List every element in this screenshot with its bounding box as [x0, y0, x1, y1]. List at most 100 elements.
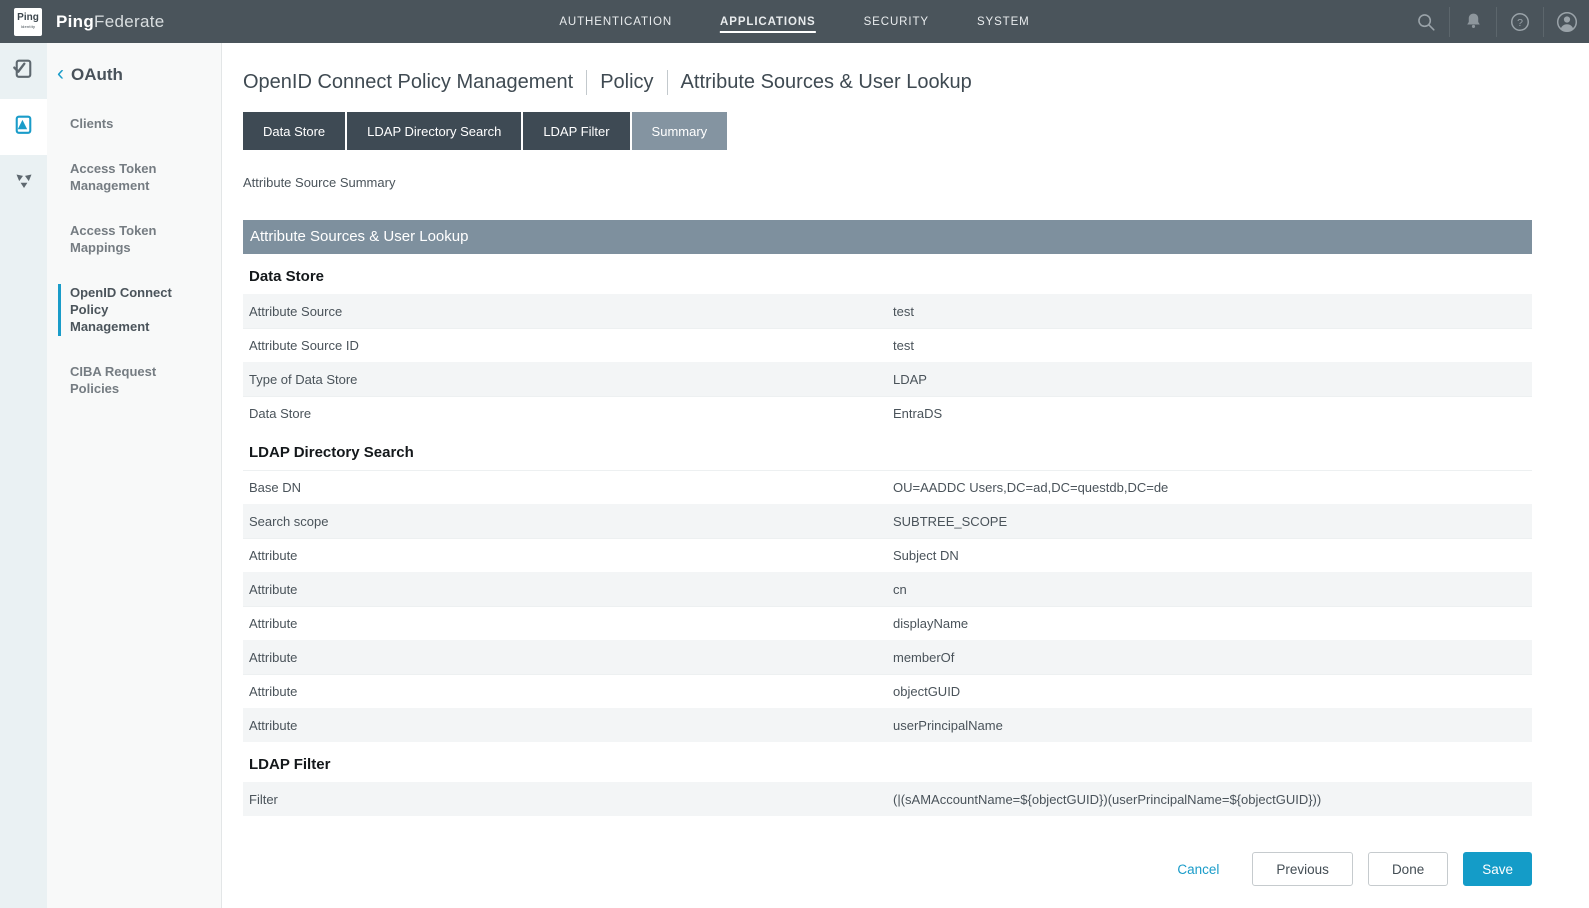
- search-icon[interactable]: [1408, 11, 1444, 33]
- table-row: AttributeuserPrincipalName: [243, 708, 1532, 742]
- save-button[interactable]: Save: [1463, 852, 1532, 886]
- sidebar-item-label: Access Token Management: [70, 160, 190, 194]
- top-nav: AUTHENTICATION APPLICATIONS SECURITY SYSTEM: [559, 0, 1029, 43]
- ping-logo-subtext: Identity: [21, 22, 36, 31]
- icon-rail: [0, 43, 47, 908]
- row-label: Type of Data Store: [243, 372, 893, 387]
- section-heading: LDAP Directory Search: [243, 444, 1532, 461]
- row-label: Base DN: [243, 480, 893, 495]
- previous-button[interactable]: Previous: [1252, 852, 1353, 886]
- row-value: cn: [893, 582, 1532, 597]
- app-title: PingFederate: [56, 12, 164, 32]
- help-icon[interactable]: ?: [1502, 11, 1538, 33]
- breadcrumb-segment: Policy: [600, 71, 653, 94]
- app-title-rest: Federate: [94, 12, 164, 31]
- top-bar-divider: [1449, 7, 1450, 37]
- tab-ldap-directory-search[interactable]: LDAP Directory Search: [347, 112, 521, 150]
- topnav-authentication[interactable]: AUTHENTICATION: [559, 11, 672, 33]
- rail-item-oauth[interactable]: [0, 99, 47, 155]
- page-title: OpenID Connect Policy Management Policy At…: [243, 70, 1532, 95]
- bell-icon[interactable]: [1455, 11, 1491, 32]
- row-value: test: [893, 304, 1532, 319]
- oauth-page-icon: [11, 112, 36, 142]
- ping-logo-text: Ping: [17, 13, 39, 22]
- table-row: Search scopeSUBTREE_SCOPE: [243, 504, 1532, 538]
- table-row: AttributeobjectGUID: [243, 674, 1532, 708]
- row-value: test: [893, 338, 1532, 353]
- sidebar-item-ciba-request-policies[interactable]: CIBA Request Policies: [58, 363, 221, 398]
- table-row: AttributedisplayName: [243, 606, 1532, 640]
- table-row: Attribute Source IDtest: [243, 328, 1532, 362]
- summary-sections: Data StoreAttribute SourcetestAttribute …: [243, 268, 1532, 816]
- cancel-link[interactable]: Cancel: [1177, 862, 1219, 877]
- row-label: Attribute: [243, 548, 893, 563]
- row-label: Attribute: [243, 582, 893, 597]
- row-label: Data Store: [243, 406, 893, 421]
- top-bar-divider: [1496, 7, 1497, 37]
- summary-intro: Attribute Source Summary: [243, 175, 1532, 190]
- rail-item-check-square[interactable]: [0, 43, 47, 99]
- breadcrumb-segment: Attribute Sources & User Lookup: [681, 71, 972, 94]
- top-bar: Ping Identity PingFederate AUTHENTICATIO…: [0, 0, 1589, 43]
- row-label: Attribute Source ID: [243, 338, 893, 353]
- brand[interactable]: Ping Identity PingFederate: [14, 8, 164, 36]
- account-icon[interactable]: [1549, 10, 1585, 34]
- sidebar-item-label: OpenID Connect Policy Management: [70, 284, 190, 335]
- sidebar: ‹ OAuth Clients Access Token Management Ac…: [47, 43, 222, 908]
- sidebar-item-openid-connect-policy-management[interactable]: OpenID Connect Policy Management: [58, 284, 221, 336]
- row-value: SUBTREE_SCOPE: [893, 514, 1532, 529]
- ping-logo-icon: Ping Identity: [14, 8, 42, 36]
- rail-item-grants[interactable]: [0, 155, 47, 211]
- row-value: displayName: [893, 616, 1532, 631]
- sidebar-item-access-token-management[interactable]: Access Token Management: [58, 160, 221, 195]
- table-title-band: Attribute Sources & User Lookup: [243, 220, 1532, 254]
- row-label: Attribute Source: [243, 304, 893, 319]
- top-bar-divider: [1543, 7, 1544, 37]
- row-label: Search scope: [243, 514, 893, 529]
- table-row: AttributememberOf: [243, 640, 1532, 674]
- breadcrumb-separator: [586, 70, 587, 95]
- done-button[interactable]: Done: [1368, 852, 1448, 886]
- section-data-store: Data StoreAttribute SourcetestAttribute …: [243, 268, 1532, 430]
- tab-ldap-filter[interactable]: LDAP Filter: [523, 112, 629, 150]
- row-label: Attribute: [243, 650, 893, 665]
- sidebar-menu: Clients Access Token Management Access Tok…: [47, 115, 221, 398]
- topnav-system[interactable]: SYSTEM: [977, 11, 1030, 33]
- row-value: (|(sAMAccountName=${objectGUID})(userPri…: [893, 792, 1532, 807]
- sidebar-item-label: Clients: [70, 115, 190, 132]
- row-value: LDAP: [893, 372, 1532, 387]
- section-heading: LDAP Filter: [243, 756, 1532, 773]
- topnav-security[interactable]: SECURITY: [864, 11, 929, 33]
- wizard-tabs: Data StoreLDAP Directory SearchLDAP Filt…: [243, 112, 1532, 150]
- table-row: Attributecn: [243, 572, 1532, 606]
- sidebar-item-label: Access Token Mappings: [70, 222, 190, 256]
- table-row: Attribute Sourcetest: [243, 294, 1532, 328]
- table-row: Type of Data StoreLDAP: [243, 362, 1532, 396]
- sidebar-item-clients[interactable]: Clients: [58, 115, 221, 133]
- table-row: AttributeSubject DN: [243, 538, 1532, 572]
- sidebar-back[interactable]: ‹ OAuth: [47, 65, 221, 85]
- grants-icon: [12, 169, 36, 198]
- breadcrumb-segment: OpenID Connect Policy Management: [243, 71, 573, 94]
- row-value: userPrincipalName: [893, 718, 1532, 733]
- row-label: Attribute: [243, 718, 893, 733]
- chevron-left-icon: ‹: [57, 63, 64, 84]
- main-content: OpenID Connect Policy Management Policy At…: [222, 43, 1589, 908]
- section-ldap-filter: LDAP Filter Filter(|(sAMAccountName=${obj…: [243, 756, 1532, 816]
- row-label: Filter: [243, 792, 893, 807]
- row-value: OU=AADDC Users,DC=ad,DC=questdb,DC=de: [893, 480, 1532, 495]
- top-icons: ?: [1408, 7, 1577, 37]
- row-value: objectGUID: [893, 684, 1532, 699]
- breadcrumb-separator: [667, 70, 668, 95]
- sidebar-item-access-token-mappings[interactable]: Access Token Mappings: [58, 222, 221, 257]
- table-row: Data StoreEntraDS: [243, 396, 1532, 430]
- check-square-icon: [11, 56, 36, 86]
- tab-data-store[interactable]: Data Store: [243, 112, 345, 150]
- section-ldap-directory-search: LDAP Directory Search Base DNOU=AADDC Use…: [243, 444, 1532, 742]
- table-row: Base DNOU=AADDC Users,DC=ad,DC=questdb,D…: [243, 470, 1532, 504]
- footer-actions: Cancel Previous Done Save: [243, 852, 1532, 886]
- topnav-applications[interactable]: APPLICATIONS: [720, 11, 816, 33]
- tab-summary[interactable]: Summary: [632, 112, 728, 150]
- sidebar-section-title: OAuth: [71, 65, 123, 85]
- app-title-bold: Ping: [56, 12, 94, 31]
